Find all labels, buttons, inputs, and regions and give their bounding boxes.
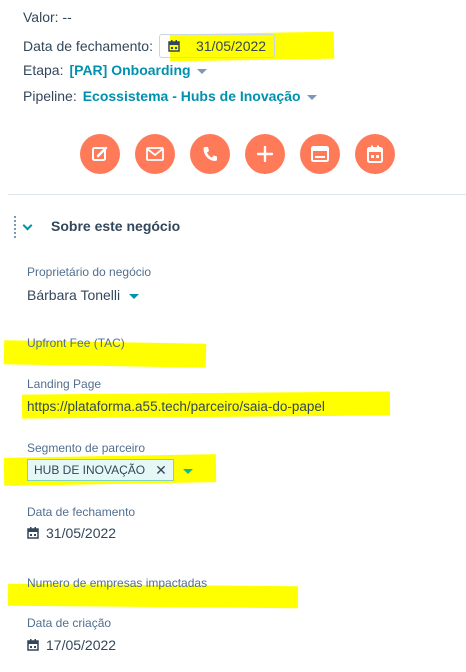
close-date-field[interactable]: 31/05/2022	[27, 525, 116, 541]
pipeline-row: Pipeline: Ecossistema - Hubs de Inovação	[23, 88, 317, 104]
email-icon	[146, 147, 164, 161]
log-activity-button[interactable]	[300, 134, 340, 174]
calendar-icon	[168, 40, 180, 52]
segment-tag-label: HUB DE INOVAÇÃO	[34, 463, 146, 477]
owner-row: Bárbara Tonelli	[27, 287, 140, 303]
close-date-value: 31/05/2022	[195, 38, 267, 54]
chevron-down-icon[interactable]	[196, 68, 207, 74]
divider	[8, 194, 466, 195]
segment-tag[interactable]: HUB DE INOVAÇÃO ✕	[27, 459, 174, 481]
close-date-picker[interactable]: 31/05/2022	[158, 34, 276, 58]
segment-label: Segmento de parceiro	[27, 441, 146, 455]
section-title[interactable]: Sobre este negócio	[51, 218, 180, 234]
note-icon	[92, 146, 108, 161]
chevron-down-icon[interactable]	[129, 293, 140, 299]
calendar-icon	[27, 639, 39, 651]
create-task-button[interactable]	[245, 134, 285, 174]
amount-text: Valor: --	[23, 9, 72, 25]
calendar-icon	[27, 527, 39, 539]
close-icon[interactable]: ✕	[155, 462, 167, 479]
pipeline-label: Pipeline:	[23, 88, 77, 104]
chevron-down-icon[interactable]	[22, 220, 33, 231]
note-button[interactable]	[80, 134, 120, 174]
drag-handle[interactable]	[14, 216, 18, 238]
meeting-calendar-icon	[367, 145, 383, 163]
upfront-fee-label: Upfront Fee (TAC)	[27, 336, 125, 350]
companies-impacted-label: Numero de empresas impactadas	[27, 576, 208, 590]
landing-page-label: Landing Page	[27, 377, 102, 391]
action-bar	[80, 134, 395, 174]
log-activity-icon	[311, 146, 329, 162]
landing-page-value[interactable]: https://plataforma.a55.tech/parceiro/sai…	[27, 399, 325, 414]
phone-icon	[203, 147, 217, 161]
stage-label: Etapa:	[23, 62, 64, 78]
stage-dropdown[interactable]: [PAR] Onboarding	[69, 62, 190, 78]
created-date-field[interactable]: 17/05/2022	[27, 637, 116, 653]
owner-value[interactable]: Bárbara Tonelli	[27, 287, 120, 303]
plus-icon	[257, 146, 273, 162]
close-date-field-label: Data de fechamento	[27, 505, 136, 519]
created-date-label: Data de criação	[27, 616, 112, 630]
stage-row: Etapa: [PAR] Onboarding	[23, 62, 207, 78]
close-date-row: Data de fechamento: 31/05/2022	[23, 34, 276, 58]
call-button[interactable]	[190, 134, 230, 174]
close-date-field-value: 31/05/2022	[46, 525, 117, 541]
owner-label: Proprietário do negócio	[27, 265, 152, 279]
schedule-meeting-button[interactable]	[355, 134, 395, 174]
amount-row: Valor: --	[23, 9, 72, 25]
chevron-down-icon[interactable]	[182, 468, 193, 474]
created-date-value: 17/05/2022	[46, 637, 117, 653]
pipeline-dropdown[interactable]: Ecossistema - Hubs de Inovação	[83, 88, 301, 104]
chevron-down-icon[interactable]	[306, 94, 317, 100]
email-button[interactable]	[135, 134, 175, 174]
segment-row: HUB DE INOVAÇÃO ✕	[27, 459, 193, 481]
close-date-label: Data de fechamento:	[23, 38, 153, 54]
